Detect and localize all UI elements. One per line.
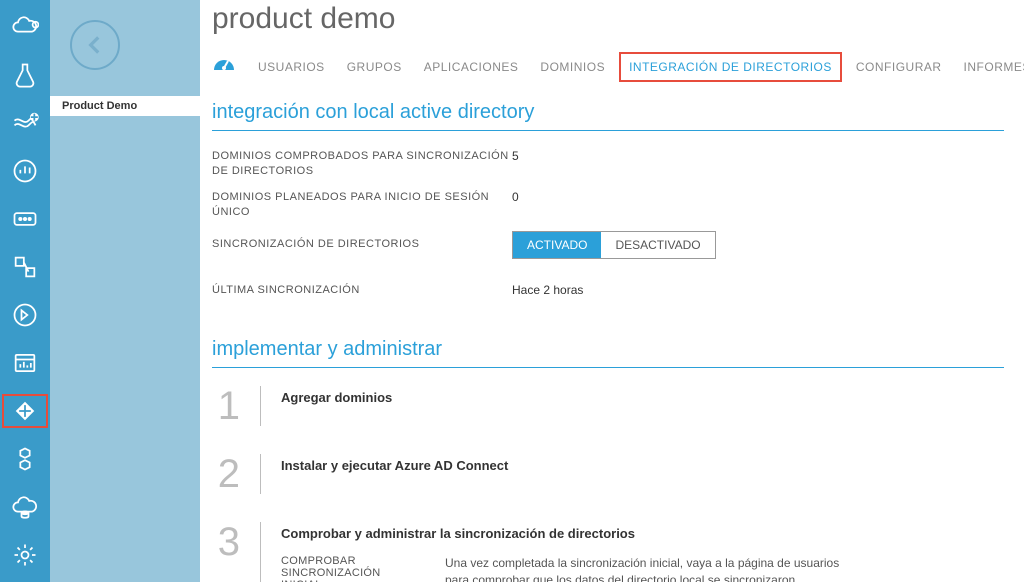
nav-settings-icon[interactable]: [0, 536, 50, 574]
portal-dashboard-icon[interactable]: [212, 54, 236, 79]
back-button[interactable]: [70, 20, 120, 70]
step-2: 2 Instalar y ejecutar Azure AD Connect: [212, 454, 1004, 494]
tab-informes[interactable]: INFORMES: [964, 60, 1024, 74]
field-verified-domains-value: 5: [512, 149, 519, 163]
step-3-sub-desc: Una vez completada la sincronización ini…: [445, 555, 865, 582]
step-3: 3 Comprobar y administrar la sincronizac…: [212, 522, 1004, 582]
step-3-title[interactable]: Comprobar y administrar la sincronizació…: [281, 526, 1004, 541]
section-integration-title: integración con local active directory: [212, 101, 1004, 131]
step-2-title[interactable]: Instalar y ejecutar Azure AD Connect: [281, 458, 1004, 473]
tab-integracion-directorios[interactable]: INTEGRACIÓN DE DIRECTORIOS: [627, 60, 834, 74]
nav-code-icon[interactable]: [0, 200, 50, 238]
nav-flask-icon[interactable]: [0, 56, 50, 94]
nav-cloud-icon[interactable]: [0, 8, 50, 46]
left-nav-rail: [0, 0, 50, 582]
main-content: product demo USUARIOS GRUPOS APLICACIONE…: [200, 0, 1024, 582]
tab-configurar[interactable]: CONFIGURAR: [856, 60, 942, 74]
field-lastsync-value: Hace 2 horas: [512, 283, 583, 297]
nav-remote-icon[interactable]: [0, 296, 50, 334]
sub-nav-item-product-demo[interactable]: Product Demo: [50, 96, 200, 116]
sub-nav: Product Demo: [50, 0, 200, 582]
section-implement-title: implementar y administrar: [212, 338, 1004, 368]
field-sso-domains-value: 0: [512, 190, 519, 204]
field-dirsync-label: SINCRONIZACIÓN DE DIRECTORIOS: [212, 237, 512, 252]
field-lastsync-label: ÚLTIMA SINCRONIZACIÓN: [212, 283, 512, 298]
nav-cloud-db-icon[interactable]: [0, 488, 50, 526]
nav-analytics-icon[interactable]: [0, 152, 50, 190]
step-divider: [260, 386, 261, 426]
field-sso-domains-label: DOMINIOS PLANEADOS PARA INICIO DE SESIÓN…: [212, 190, 512, 221]
tab-grupos[interactable]: GRUPOS: [347, 60, 402, 74]
tab-aplicaciones[interactable]: APLICACIONES: [424, 60, 519, 74]
nav-integration-icon[interactable]: [0, 248, 50, 286]
page-title: product demo: [212, 2, 1004, 36]
nav-dashboard-icon[interactable]: [0, 344, 50, 382]
nav-hexagon-icon[interactable]: [0, 440, 50, 478]
tab-usuarios[interactable]: USUARIOS: [258, 60, 325, 74]
dirsync-toggle-on[interactable]: ACTIVADO: [513, 232, 601, 258]
step-3-sub-label: COMPROBAR SINCRONIZACIÓN INICIAL: [281, 555, 421, 582]
step-3-number: 3: [212, 522, 240, 582]
step-1-title[interactable]: Agregar dominios: [281, 390, 1004, 405]
step-2-number: 2: [212, 454, 240, 494]
step-divider: [260, 454, 261, 494]
field-verified-domains-label: DOMINIOS COMPROBADOS PARA SINCRONIZACIÓN…: [212, 149, 512, 180]
dirsync-toggle-off[interactable]: DESACTIVADO: [601, 232, 714, 258]
nav-services-icon[interactable]: [0, 104, 50, 142]
step-1-number: 1: [212, 386, 240, 426]
tab-dominios[interactable]: DOMINIOS: [540, 60, 605, 74]
nav-active-directory-icon[interactable]: [0, 392, 50, 430]
step-divider: [260, 522, 261, 582]
dirsync-toggle: ACTIVADO DESACTIVADO: [512, 231, 716, 259]
step-1: 1 Agregar dominios: [212, 386, 1004, 426]
tab-bar: USUARIOS GRUPOS APLICACIONES DOMINIOS IN…: [212, 54, 1004, 79]
